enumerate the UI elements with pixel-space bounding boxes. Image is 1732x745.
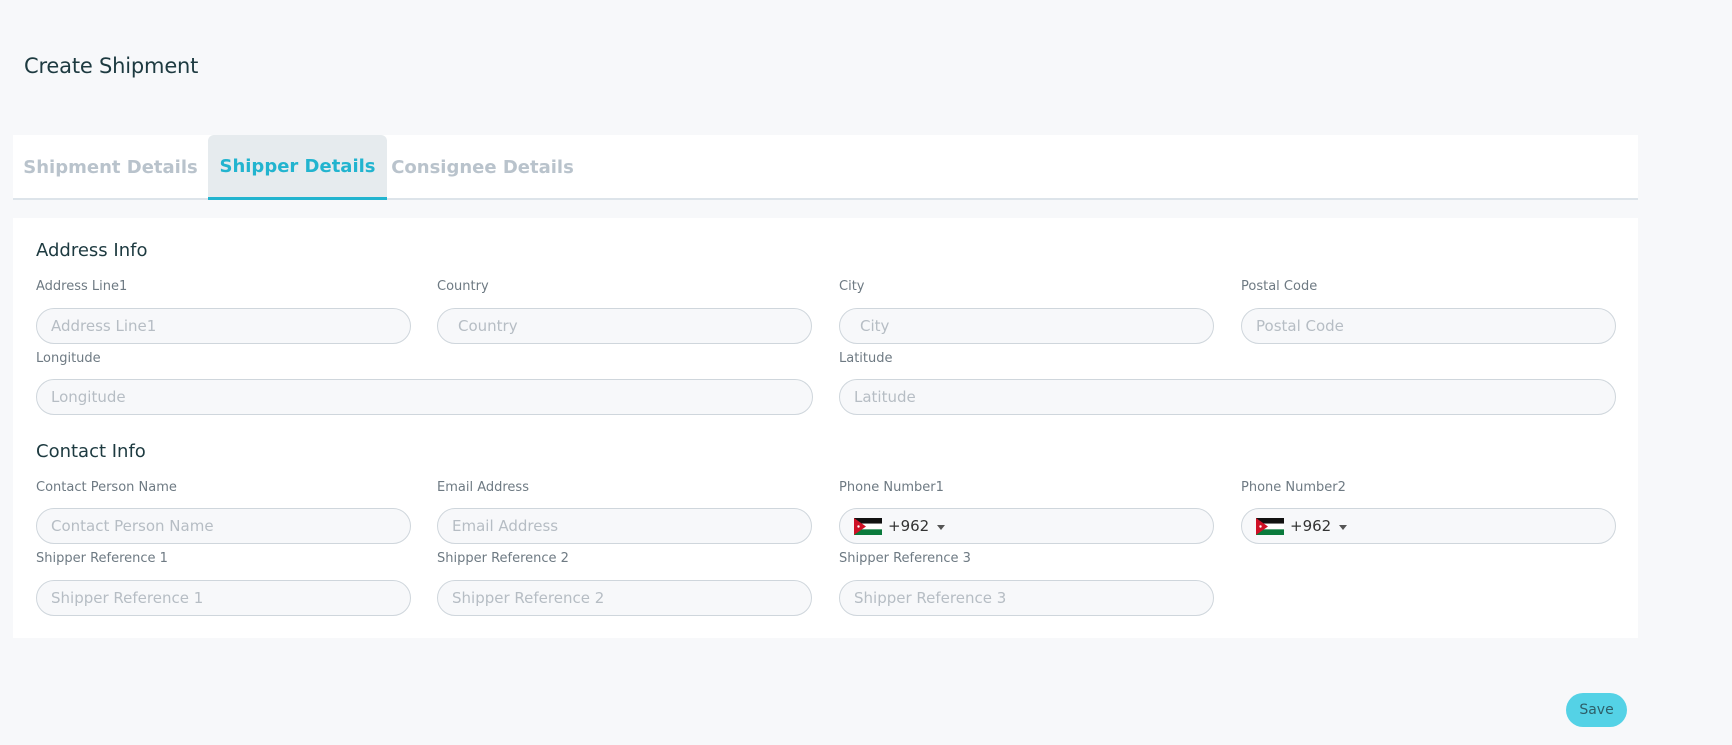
page-title: Create Shipment	[24, 54, 199, 78]
email-label: Email Address	[437, 480, 529, 495]
tab-shipment-details[interactable]: Shipment Details	[13, 135, 208, 200]
country-label: Country	[437, 279, 489, 294]
postal-code-label: Postal Code	[1241, 279, 1318, 294]
address-line1-label: Address Line1	[36, 279, 128, 294]
shipper-ref3-input[interactable]	[839, 580, 1214, 616]
shipper-form: Address Info Address Line1 Country City …	[13, 218, 1638, 638]
phone1-label: Phone Number1	[839, 480, 944, 495]
phone2-input[interactable]: +962	[1241, 508, 1616, 544]
shipper-ref2-input[interactable]	[437, 580, 812, 616]
email-field[interactable]	[437, 508, 812, 544]
city-label: City	[839, 279, 865, 294]
address-info-heading: Address Info	[36, 240, 148, 261]
city-select[interactable]	[839, 308, 1214, 344]
address-line1-input[interactable]	[36, 308, 411, 344]
contact-info-heading: Contact Info	[36, 441, 146, 462]
contact-person-label: Contact Person Name	[36, 480, 177, 495]
shipper-ref1-input[interactable]	[36, 580, 411, 616]
longitude-label: Longitude	[36, 351, 101, 366]
phone1-input[interactable]: +962	[839, 508, 1214, 544]
chevron-down-icon[interactable]	[1339, 524, 1348, 530]
contact-person-input[interactable]	[36, 508, 411, 544]
tab-consignee-details[interactable]: Consignee Details	[387, 135, 578, 200]
latitude-input[interactable]	[839, 379, 1616, 415]
shipper-ref1-label: Shipper Reference 1	[36, 551, 168, 566]
jordan-flag-icon[interactable]	[854, 517, 882, 535]
phone1-dial-code: +962	[888, 517, 930, 535]
tab-bar: Shipment Details Shipper Details Consign…	[13, 135, 1638, 200]
jordan-flag-icon[interactable]	[1256, 517, 1284, 535]
phone2-dial-code: +962	[1290, 517, 1332, 535]
postal-code-input[interactable]	[1241, 308, 1616, 344]
longitude-input[interactable]	[36, 379, 813, 415]
country-select[interactable]	[437, 308, 812, 344]
tab-shipper-details[interactable]: Shipper Details	[208, 135, 387, 200]
latitude-label: Latitude	[839, 351, 893, 366]
save-button[interactable]: Save	[1566, 693, 1627, 727]
shipper-ref2-label: Shipper Reference 2	[437, 551, 569, 566]
shipper-ref3-label: Shipper Reference 3	[839, 551, 971, 566]
chevron-down-icon[interactable]	[937, 524, 946, 530]
phone2-label: Phone Number2	[1241, 480, 1346, 495]
